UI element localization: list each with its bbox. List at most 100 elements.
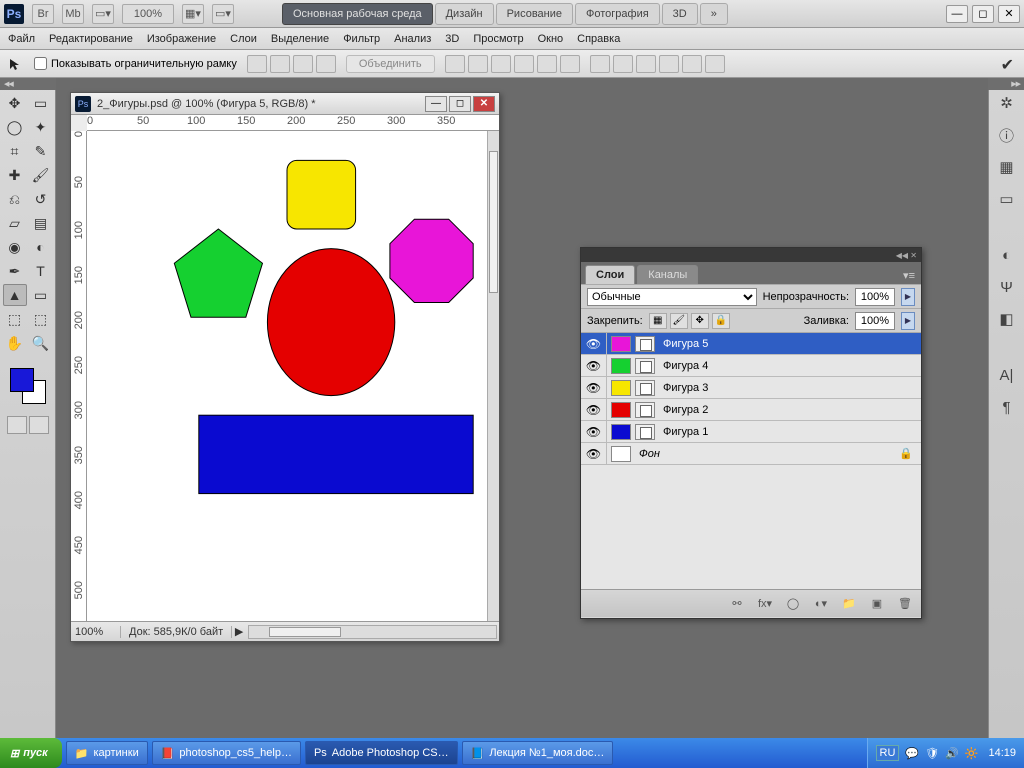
menu-select[interactable]: Выделение [271,33,329,45]
dist-5-icon[interactable] [682,55,702,73]
group-icon[interactable]: 📁 [839,595,859,613]
layer-thumbnail[interactable] [611,358,631,374]
shape-rectangle[interactable] [199,415,473,493]
bridge-icon[interactable]: Br [32,4,54,24]
styles-icon[interactable]: ◧ [995,308,1019,330]
lasso-tool-icon[interactable]: ◯ [3,116,27,138]
link-layers-icon[interactable]: ⚯ [727,595,747,613]
menu-edit[interactable]: Редактирование [49,33,133,45]
color-swatches[interactable] [8,366,48,406]
tray-icon-4[interactable]: 🔆 [965,747,979,760]
taskbar-button[interactable]: 📘Лекция №1_моя.doc… [462,741,614,765]
shape-ellipse[interactable] [267,249,394,396]
fill-input[interactable]: 100% [855,312,895,330]
fg-color-swatch[interactable] [10,368,34,392]
current-tool-icon[interactable] [6,55,24,73]
adjustments-icon[interactable]: ◐ [995,244,1019,266]
language-indicator[interactable]: RU [876,745,900,761]
vector-mask-thumbnail[interactable] [635,380,655,396]
shape-pentagon[interactable] [174,229,262,317]
history-icon[interactable]: ▭ [995,188,1019,210]
navigator-icon[interactable]: ✲ [995,92,1019,114]
right-dock-collapse-handle[interactable] [988,78,1024,90]
align-1-icon[interactable] [445,55,465,73]
show-bounding-box-checkbox[interactable]: Показывать ограничительную рамку [34,57,237,70]
masks-icon[interactable]: Ψ [995,276,1019,298]
paragraph-icon[interactable]: ¶ [995,396,1019,418]
menu-filter[interactable]: Фильтр [343,33,380,45]
menu-image[interactable]: Изображение [147,33,216,45]
path-select-tool-icon[interactable]: ▲ [3,284,27,306]
3d-tool-icon[interactable]: ⬚ [3,308,27,330]
doc-minimize-button[interactable]: — [425,96,447,112]
tab-layers[interactable]: Слои [585,265,635,284]
trash-icon[interactable]: 🗑 [895,595,915,613]
commit-icon[interactable]: ✔ [1001,55,1014,75]
menu-layers[interactable]: Слои [230,33,257,45]
menu-analysis[interactable]: Анализ [394,33,431,45]
dist-2-icon[interactable] [613,55,633,73]
brush-tool-icon[interactable]: 🖌 [29,164,53,186]
tray-icon-1[interactable]: 💬 [905,747,919,760]
maximize-button[interactable]: ◻ [972,5,994,23]
minibridge-icon[interactable]: Mb [62,4,84,24]
zoom-tool-icon[interactable]: 🔍 [29,332,53,354]
workspace-tab-3d[interactable]: 3D [662,3,698,25]
type-tool-icon[interactable]: T [29,260,53,282]
vector-mask-thumbnail[interactable] [635,336,655,352]
pathop-3-icon[interactable] [293,55,313,73]
fill-stepper-icon[interactable]: ▶ [901,312,915,330]
dist-4-icon[interactable] [659,55,679,73]
lock-pixels-icon[interactable]: 🖌 [670,313,688,329]
align-5-icon[interactable] [537,55,557,73]
layer-thumbnail[interactable] [611,336,631,352]
vector-mask-thumbnail[interactable] [635,358,655,374]
layer-row-background[interactable]: 👁 Фон 🔒 [581,443,921,465]
tray-icon-3[interactable]: 🔊 [945,747,959,760]
dodge-tool-icon[interactable]: ◐ [29,236,53,258]
dist-3-icon[interactable] [636,55,656,73]
zoom-level-dropdown[interactable]: 100% [122,4,174,24]
tray-icon-2[interactable]: 🛡 [925,747,939,760]
history-brush-tool-icon[interactable]: ↺ [29,188,53,210]
eyedropper-tool-icon[interactable]: ✎ [29,140,53,162]
start-button[interactable]: ⊞ пуск [0,738,62,768]
workspace-tab-painting[interactable]: Рисование [496,3,573,25]
fx-icon[interactable]: fx▾ [755,595,775,613]
opacity-input[interactable]: 100% [855,288,895,306]
layer-thumbnail[interactable] [611,380,631,396]
swatches-panel-icon[interactable]: ▦ [995,156,1019,178]
dist-6-icon[interactable] [705,55,725,73]
workspace-more-icon[interactable]: » [700,3,728,25]
visibility-eye-icon[interactable]: 👁 [581,443,607,464]
eraser-tool-icon[interactable]: ▱ [3,212,27,234]
layer-thumbnail[interactable] [611,446,631,462]
move-tool-icon[interactable]: ✥ [3,92,27,114]
menu-file[interactable]: Файл [8,33,35,45]
close-button[interactable]: ✕ [998,5,1020,23]
visibility-eye-icon[interactable]: 👁 [581,377,607,398]
quickmask-toggle[interactable] [7,416,49,434]
taskbar-button[interactable]: 📕photoshop_cs5_help… [152,741,301,765]
heal-tool-icon[interactable]: ✚ [3,164,27,186]
blur-tool-icon[interactable]: ◉ [3,236,27,258]
vector-mask-thumbnail[interactable] [635,402,655,418]
panel-collapse-header[interactable]: ◀◀ ✕ [581,248,921,262]
pathop-2-icon[interactable] [270,55,290,73]
taskbar-button[interactable]: 📁картинки [66,741,148,765]
align-2-icon[interactable] [468,55,488,73]
menu-window[interactable]: Окно [538,33,564,45]
mask-icon[interactable]: ◯ [783,595,803,613]
align-3-icon[interactable] [491,55,511,73]
menu-view[interactable]: Просмотр [473,33,523,45]
document-titlebar[interactable]: Ps 2_Фигуры.psd @ 100% (Фигура 5, RGB/8)… [71,93,499,115]
menu-help[interactable]: Справка [577,33,620,45]
layer-row[interactable]: 👁 Фигура 2 [581,399,921,421]
align-4-icon[interactable] [514,55,534,73]
layer-thumbnail[interactable] [611,402,631,418]
align-6-icon[interactable] [560,55,580,73]
shape-square[interactable] [287,160,356,229]
character-icon[interactable]: A| [995,364,1019,386]
visibility-eye-icon[interactable]: 👁 [581,399,607,420]
extras-icon[interactable]: ▭▾ [212,4,234,24]
